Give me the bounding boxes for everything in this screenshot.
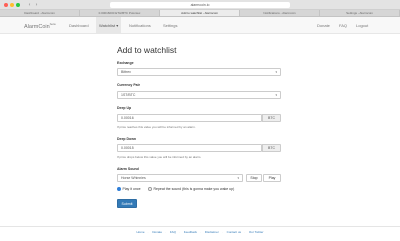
- deep-down-input[interactable]: 0.00015: [117, 144, 262, 152]
- footer-separator: ·: [221, 230, 223, 234]
- chevron-down-icon: ▾: [275, 70, 277, 74]
- chevron-down-icon: ▾: [116, 23, 119, 28]
- submit-button[interactable]: Submit: [117, 199, 137, 208]
- play-button[interactable]: Play: [263, 174, 281, 182]
- back-arrow-icon[interactable]: ‹: [26, 2, 33, 8]
- deep-up-label: Deep Up: [117, 106, 132, 110]
- repeat-sound-option[interactable]: Repeat the sound (this is gonna make you…: [148, 187, 234, 191]
- site-navbar: AlarmCoinbeta Dashboard Watchlist ▾ Noti…: [0, 17, 400, 34]
- deep-up-input[interactable]: 0.00016: [117, 114, 262, 122]
- footer-separator: ·: [199, 230, 201, 234]
- nav-donate[interactable]: Donate: [314, 17, 333, 34]
- currency-pair-select-value: 1ST/BTC: [121, 93, 136, 97]
- footer-separator: ·: [178, 230, 180, 234]
- footer-feedback[interactable]: Feedback: [181, 230, 200, 234]
- address-bar[interactable]: alarmcoin.io: [110, 2, 290, 8]
- browser-tab-dashboard[interactable]: Dashboard - Alarmcoin: [0, 10, 80, 16]
- alarm-sound-label: Alarm Sound: [117, 167, 139, 171]
- deep-down-unit: BTC: [262, 144, 281, 152]
- exchange-select[interactable]: Bittrex ▾: [117, 68, 281, 76]
- nav-notifications[interactable]: Notifications: [126, 17, 154, 34]
- browser-tab-poloniex[interactable]: 0.00016000 ETH/BTC Poloniex: [80, 10, 160, 16]
- nav-settings[interactable]: Settings: [160, 17, 180, 34]
- forward-arrow-icon[interactable]: ›: [33, 2, 40, 8]
- deep-up-unit: BTC: [262, 114, 281, 122]
- maximize-window-button[interactable]: [16, 3, 20, 7]
- deep-down-help: If price drops below this value you will…: [117, 155, 202, 159]
- repeat-sound-radio[interactable]: [148, 187, 152, 191]
- footer-faq[interactable]: FAQ: [167, 230, 179, 234]
- browser-tab-settings[interactable]: Settings - Alarmcoin: [320, 10, 400, 16]
- brand-logo[interactable]: AlarmCoinbeta: [24, 22, 56, 30]
- play-once-label: Play it once: [122, 187, 141, 191]
- deep-down-label: Deep Down: [117, 137, 137, 141]
- browser-tab-notifications[interactable]: Notifications - Alarmcoin: [240, 10, 320, 16]
- footer-donate[interactable]: Donate: [149, 230, 165, 234]
- chevron-down-icon: ▾: [275, 93, 277, 97]
- alarm-sound-select[interactable]: Horse Whinnies ▾: [117, 174, 243, 182]
- footer-separator: ·: [244, 230, 245, 234]
- footer-home[interactable]: Home: [134, 230, 148, 234]
- nav-logout[interactable]: Logout: [353, 17, 371, 34]
- footer-separator: ·: [165, 230, 167, 234]
- close-window-button[interactable]: [4, 3, 8, 7]
- brand-name: AlarmCoin: [24, 23, 50, 30]
- stop-button[interactable]: Stop: [246, 174, 262, 182]
- page-title: Add to watchlist: [117, 45, 177, 55]
- nav-dashboard[interactable]: Dashboard: [66, 17, 92, 34]
- alarm-sound-select-value: Horse Whinnies: [121, 176, 146, 180]
- play-once-radio[interactable]: [117, 187, 121, 191]
- exchange-label: Exchange: [117, 61, 134, 65]
- footer-disclaimer[interactable]: Disclaimer: [202, 230, 222, 234]
- chevron-down-icon: ▾: [237, 176, 239, 180]
- beta-badge: beta: [49, 22, 56, 26]
- play-once-option[interactable]: Play it once: [117, 187, 141, 191]
- browser-tab-add-to-watchlist[interactable]: Add to watchlist - Alarmcoin: [160, 10, 240, 16]
- browser-tab-bar: Dashboard - Alarmcoin 0.00016000 ETH/BTC…: [0, 10, 400, 17]
- repeat-sound-label: Repeat the sound (this is gonna make you…: [153, 187, 235, 191]
- browser-titlebar: ‹ › alarmcoin.io: [0, 0, 400, 10]
- footer-links: Home · Donate · FAQ · Feedback · Disclaimer ·…: [0, 230, 400, 234]
- currency-pair-select[interactable]: 1ST/BTC ▾: [117, 91, 281, 99]
- deep-up-help: If price reaches this value you will be …: [117, 125, 196, 129]
- footer-twitter[interactable]: Our Twitter: [246, 230, 267, 234]
- nav-watchlist-label: Watchlist: [99, 23, 116, 28]
- currency-pair-label: Currency Pair: [117, 83, 140, 87]
- nav-watchlist-dropdown[interactable]: Watchlist ▾: [96, 17, 122, 34]
- exchange-select-value: Bittrex: [121, 70, 131, 74]
- footer-divider: [0, 226, 400, 227]
- nav-faq[interactable]: FAQ: [336, 17, 350, 34]
- footer-contact[interactable]: Contact us: [224, 230, 244, 234]
- minimize-window-button[interactable]: [10, 3, 14, 7]
